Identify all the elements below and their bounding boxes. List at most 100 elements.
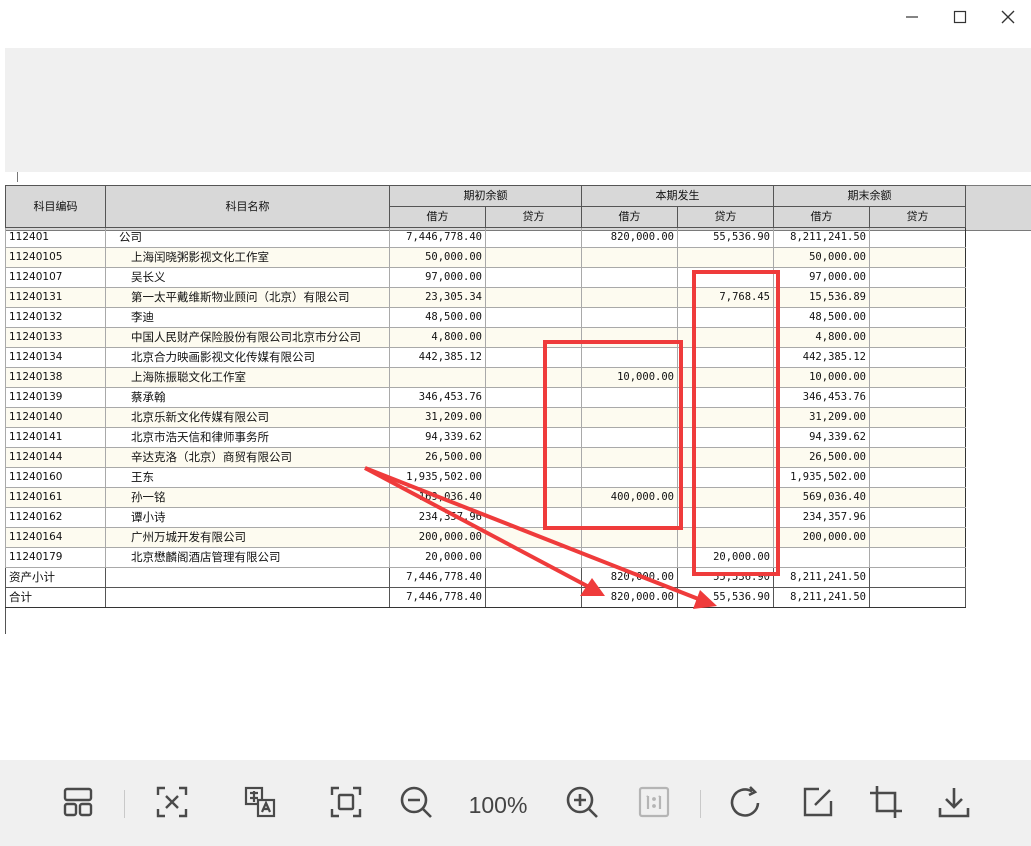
zoom-level: 100% — [468, 792, 528, 818]
cell-code: 112401 — [5, 227, 106, 248]
cell-closing-credit — [869, 487, 966, 508]
actual-size-icon — [637, 785, 671, 823]
cell-name: 王东 — [105, 467, 390, 488]
cell-period-credit — [677, 307, 774, 328]
cell-name: 广州万城开发有限公司 — [105, 527, 390, 548]
col-header-period-credit: 贷方 — [677, 206, 774, 228]
table-row: 11240140 北京乐新文化传媒有限公司 31,209.00 31,209.00 — [5, 407, 966, 428]
cell-period-credit — [677, 507, 774, 528]
col-header-code: 科目编码 — [5, 185, 106, 228]
cell-closing-credit — [869, 367, 966, 388]
fit-screen-button[interactable] — [324, 782, 368, 826]
cell-closing-credit — [869, 567, 966, 588]
layout-icon — [61, 785, 95, 823]
close-button[interactable] — [988, 4, 1028, 30]
zoom-in-button[interactable] — [560, 782, 604, 826]
translate-button[interactable] — [238, 782, 282, 826]
table-row: 11240141 北京市浩天信和律师事务所 94,339.62 94,339.62 — [5, 427, 966, 448]
cell-period-debit — [581, 507, 678, 528]
cell-code: 11240161 — [5, 487, 106, 508]
table-row: 11240107 吴长义 97,000.00 97,000.00 — [5, 267, 966, 288]
cell-opening-credit — [485, 507, 582, 528]
cell-closing-debit: 15,536.89 — [773, 287, 870, 308]
cell-closing-credit — [869, 427, 966, 448]
cell-period-debit — [581, 447, 678, 468]
image-viewer[interactable]: 科目编码 科目名称 期初余额 本期发生 期末余额 借方 贷方 借方 贷方 借方 … — [5, 48, 1031, 634]
cell-opening-credit — [485, 547, 582, 568]
download-button[interactable] — [932, 782, 976, 826]
cell-opening-debit: 7,446,778.40 — [389, 587, 486, 608]
cell-closing-debit: 200,000.00 — [773, 527, 870, 548]
cell-code: 11240144 — [5, 447, 106, 468]
cell-period-debit: 400,000.00 — [581, 487, 678, 508]
cell-closing-debit: 346,453.76 — [773, 387, 870, 408]
cell-opening-credit — [485, 387, 582, 408]
table-row: 11240162 谭小诗 234,357.96 234,357.96 — [5, 507, 966, 528]
cell-closing-debit: 8,211,241.50 — [773, 227, 870, 248]
cell-closing-credit — [869, 287, 966, 308]
cell-code: 11240134 — [5, 347, 106, 368]
cell-opening-credit — [485, 427, 582, 448]
viewer-toolbar: 100% — [0, 760, 1031, 846]
title-bar — [0, 0, 1031, 48]
ocr-scan-button[interactable] — [150, 782, 194, 826]
rotate-button[interactable] — [724, 782, 768, 826]
table-row: 11240160 王东 1,935,502.00 1,935,502.00 — [5, 467, 966, 488]
actual-size-button[interactable] — [632, 782, 676, 826]
cell-name: 中国人民财产保险股份有限公司北京市分公司 — [105, 327, 390, 348]
layout-button[interactable] — [56, 782, 100, 826]
cell-opening-debit: 346,453.76 — [389, 387, 486, 408]
table-row: 11240105 上海闰晓粥影视文化工作室 50,000.00 50,000.00 — [5, 247, 966, 268]
cell-closing-debit: 569,036.40 — [773, 487, 870, 508]
cell-closing-debit: 10,000.00 — [773, 367, 870, 388]
cell-opening-debit: 7,446,778.40 — [389, 227, 486, 248]
minimize-button[interactable] — [892, 4, 932, 30]
cell-code: 11240141 — [5, 427, 106, 448]
cell-period-credit — [677, 367, 774, 388]
edit-button[interactable] — [796, 782, 840, 826]
cell-name: 公司 — [105, 227, 390, 248]
col-header-closing-credit: 贷方 — [869, 206, 966, 228]
maximize-button[interactable] — [940, 4, 980, 30]
cell-opening-credit — [485, 347, 582, 368]
cell-period-debit — [581, 247, 678, 268]
cell-code: 11240107 — [5, 267, 106, 288]
cell-closing-credit — [869, 407, 966, 428]
cell-name: 北京合力映画影视文化传媒有限公司 — [105, 347, 390, 368]
cell-opening-credit — [485, 247, 582, 268]
cell-period-credit: 7,768.45 — [677, 287, 774, 308]
table-row: 11240179 北京懋麟阁酒店管理有限公司 20,000.00 20,000.00 — [5, 547, 966, 568]
cell-period-debit — [581, 547, 678, 568]
cell-opening-debit: 20,000.00 — [389, 547, 486, 568]
cell-opening-debit: 23,305.34 — [389, 287, 486, 308]
cell-name: 李迪 — [105, 307, 390, 328]
cell-period-debit — [581, 467, 678, 488]
fit-screen-icon — [329, 785, 363, 823]
translate-icon — [242, 784, 278, 824]
cell-period-credit — [677, 427, 774, 448]
cell-opening-debit: 48,500.00 — [389, 307, 486, 328]
cell-name: 上海陈振聪文化工作室 — [105, 367, 390, 388]
ledger-table: 科目编码 科目名称 期初余额 本期发生 期末余额 借方 贷方 借方 贷方 借方 … — [5, 185, 966, 608]
spreadsheet-image: 科目编码 科目名称 期初余额 本期发生 期末余额 借方 贷方 借方 贷方 借方 … — [5, 172, 1031, 634]
cell-period-debit — [581, 347, 678, 368]
cell-code: 资产小计 — [5, 567, 106, 588]
cell-opening-debit: 26,500.00 — [389, 447, 486, 468]
cell-closing-credit — [869, 387, 966, 408]
cell-closing-credit — [869, 307, 966, 328]
text-cursor — [17, 172, 18, 182]
cell-period-credit — [677, 327, 774, 348]
cell-name — [105, 587, 390, 608]
table-row: 11240133 中国人民财产保险股份有限公司北京市分公司 4,800.00 4,80… — [5, 327, 966, 348]
crop-button[interactable] — [864, 782, 908, 826]
cell-period-debit — [581, 267, 678, 288]
cell-closing-debit: 1,935,502.00 — [773, 467, 870, 488]
cell-opening-debit: 97,000.00 — [389, 267, 486, 288]
cell-closing-credit — [869, 347, 966, 368]
table-row: 资产小计 7,446,778.40 820,000.00 55,536.90 8,211… — [5, 567, 966, 588]
zoom-out-button[interactable] — [394, 782, 438, 826]
cell-closing-credit — [869, 227, 966, 248]
cell-period-credit — [677, 407, 774, 428]
cell-opening-credit — [485, 327, 582, 348]
cell-opening-debit: 442,385.12 — [389, 347, 486, 368]
